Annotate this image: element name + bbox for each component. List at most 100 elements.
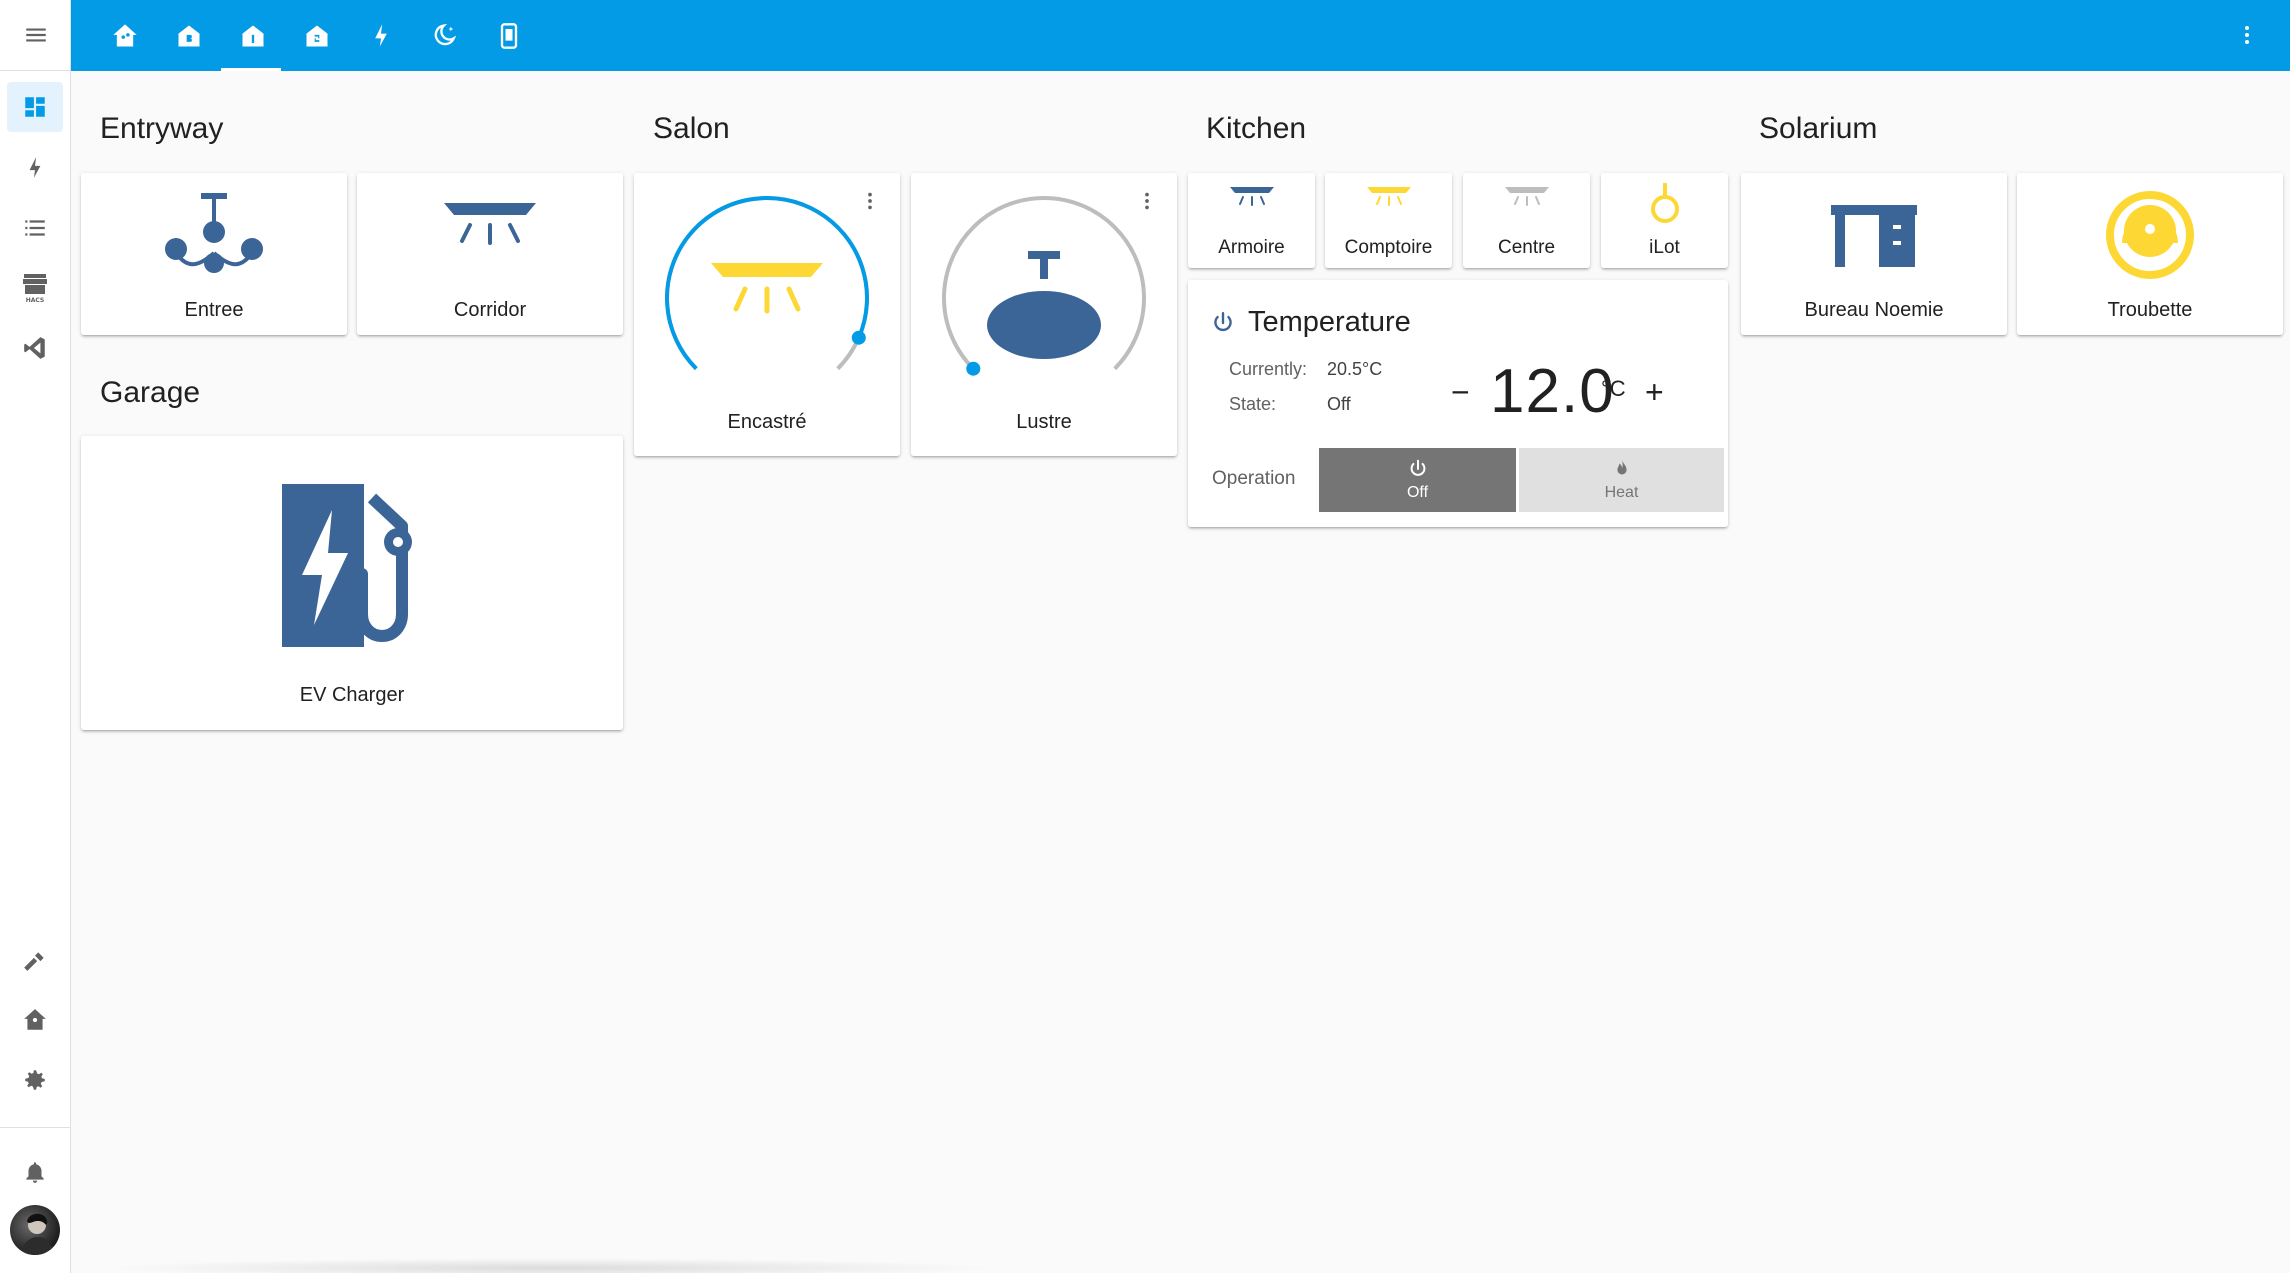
settings-icon [25, 1070, 45, 1090]
sidebar-item-notifications[interactable] [7, 1147, 63, 1197]
ceiling-light-icon [1229, 187, 1274, 206]
tab-night[interactable] [413, 0, 477, 71]
pendant-bulb-icon [1650, 183, 1679, 223]
card-label: Lustre [1016, 411, 1072, 433]
sidebar-item-supervisor[interactable] [7, 995, 63, 1045]
ceiling-light-icon [711, 263, 823, 314]
ceiling-light-icon [444, 203, 536, 245]
card-label: Corridor [453, 299, 527, 321]
section-title-entryway: Entryway [100, 112, 224, 145]
light-card-armoire[interactable]: Armoire [1188, 173, 1315, 268]
card-label: Centre [1497, 237, 1556, 258]
sidebar-item-vscode[interactable] [7, 323, 63, 373]
sidebar-divider [0, 1127, 71, 1128]
card-label: iLot [1649, 237, 1680, 258]
state-value: Off [1327, 394, 1351, 414]
tablet-icon [500, 22, 518, 49]
card-label: Encastré [727, 411, 807, 433]
light-dial-card-lustre[interactable]: Lustre [911, 173, 1177, 456]
card-label: Entree [184, 299, 244, 321]
weather-night-icon [434, 23, 457, 45]
light-card-comptoire[interactable]: Comptoire [1325, 173, 1452, 268]
dial-handle[interactable] [966, 361, 981, 376]
card-label: EV Charger [299, 684, 405, 706]
light-card-entree[interactable]: Entree [81, 173, 347, 335]
card-label: Bureau Noemie [1804, 299, 1944, 321]
floor-2-icon [306, 25, 328, 46]
light-card-corridor[interactable]: Corridor [357, 173, 623, 335]
mode-heat-label: Heat [1604, 484, 1639, 501]
operation-label: Operation [1212, 468, 1296, 489]
sidebar-item-logbook[interactable] [7, 203, 63, 253]
pendant-lamp-icon [987, 251, 1101, 359]
section-title-kitchen: Kitchen [1206, 112, 1307, 145]
fire-icon [1616, 459, 1627, 475]
mode-off-label: Off [1406, 484, 1429, 501]
thermostat-title: Temperature [1248, 306, 1411, 338]
section-title-garage: Garage [100, 376, 201, 409]
vscode-icon [24, 337, 45, 359]
mode-heat-button[interactable]: Heat [1519, 448, 1724, 512]
sidebar-item-developer-tools[interactable] [7, 935, 63, 985]
temperature-unit: °C [1601, 376, 1626, 401]
hacs-label: HACS [26, 297, 45, 304]
card-label: Comptoire [1344, 237, 1433, 258]
section-title-salon: Salon [653, 112, 730, 145]
tab-floor-2[interactable] [285, 0, 349, 71]
home-assistant-icon [113, 23, 137, 46]
card-bureau-noemie[interactable]: Bureau Noemie [1741, 173, 2007, 335]
user-photo-icon [20, 1213, 54, 1255]
ev-station-icon [282, 484, 412, 647]
robot-vacuum-icon [2106, 191, 2194, 279]
currently-label: Currently: [1229, 359, 1308, 379]
light-dial-card-encastre[interactable]: Encastré [634, 173, 900, 456]
sidebar-item-hacs[interactable]: HACS [7, 263, 63, 313]
menu-button[interactable] [0, 0, 71, 71]
dashboard-icon [25, 97, 45, 117]
currently-value: 20.5°C [1327, 359, 1383, 379]
bottom-edge-shadow [100, 1258, 1000, 1273]
desk-icon [1831, 205, 1917, 267]
avatar[interactable] [10, 1205, 60, 1255]
tab-energy[interactable] [349, 0, 413, 71]
charger-card-ev[interactable]: EV Charger [81, 436, 623, 730]
energy-icon [29, 157, 41, 178]
power-icon [1410, 459, 1425, 476]
increase-button[interactable]: + [1645, 376, 1664, 408]
power-icon[interactable] [1210, 310, 1236, 336]
dots-vertical-icon [2245, 26, 2249, 44]
top-app-bar [71, 0, 2290, 71]
tab-basement[interactable] [157, 0, 221, 71]
thermostat-card-temperature: Temperature Currently: 20.5°C State: Off… [1188, 280, 1728, 527]
section-title-solarium: Solarium [1759, 112, 1878, 145]
dial-handle[interactable] [851, 330, 866, 345]
state-label: State: [1229, 394, 1277, 414]
sidebar: HACS [0, 0, 71, 1273]
light-card-centre[interactable]: Centre [1463, 173, 1590, 268]
chandelier-icon [165, 193, 263, 273]
hammer-icon [24, 952, 44, 971]
floor-b-icon [178, 25, 200, 46]
tab-tablet[interactable] [477, 0, 541, 71]
card-label: Troubette [2107, 299, 2193, 321]
floor-1-icon [242, 25, 264, 46]
mode-off-button[interactable]: Off [1319, 448, 1516, 512]
hamburger-icon [25, 28, 46, 42]
bell-icon [26, 1162, 44, 1183]
sidebar-item-overview[interactable] [7, 82, 63, 132]
hacs-icon: HACS [23, 274, 47, 304]
card-troubette[interactable]: Troubette [2017, 173, 2283, 335]
card-label: Armoire [1218, 237, 1285, 258]
sidebar-item-settings[interactable] [7, 1055, 63, 1105]
overflow-menu-button[interactable] [2234, 22, 2260, 48]
decrease-button[interactable]: − [1451, 376, 1470, 408]
tab-home[interactable] [93, 0, 157, 71]
home-assistant-icon [24, 1009, 46, 1030]
app-root: HACS Entryway Garage Salon Kitchen Solar… [0, 0, 2290, 1273]
light-card-ilot[interactable]: iLot [1601, 173, 1728, 268]
logbook-icon [25, 220, 45, 236]
target-temperature: 12.0 [1490, 357, 1615, 426]
ceiling-light-icon [1366, 187, 1411, 206]
tab-floor-1[interactable] [221, 0, 285, 71]
sidebar-item-energy[interactable] [7, 143, 63, 193]
